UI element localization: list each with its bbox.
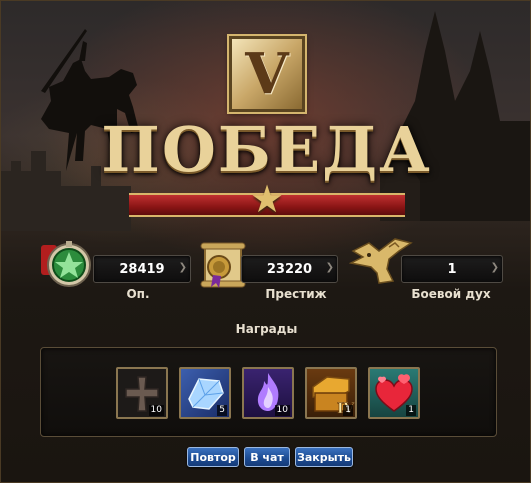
points-value-box: 28419 ❯ xyxy=(93,255,191,283)
prestige-value: 23220 xyxy=(266,261,313,277)
reward-item-gold-chest[interactable]: IV 1 xyxy=(305,367,357,419)
emblem-letter: V xyxy=(245,41,289,107)
close-button[interactable]: Закрыть xyxy=(295,447,353,467)
morale-label: Боевой дух xyxy=(411,287,491,301)
reward-item-purple-flame[interactable]: 10 xyxy=(242,367,294,419)
chevron-right-icon: ❯ xyxy=(178,262,187,273)
reward-count: 5 xyxy=(217,405,227,416)
reward-count: 1 xyxy=(406,405,416,416)
points-label: Оп. xyxy=(126,287,150,301)
pentagram-medal-icon xyxy=(41,241,91,287)
victory-emblem: V xyxy=(229,36,305,112)
rewards-heading: Награды xyxy=(235,322,298,336)
reward-item-iron-cross[interactable]: 10 xyxy=(116,367,168,419)
prestige-value-box: 23220 ❯ xyxy=(241,255,338,283)
morale-value-box: 1 ❯ xyxy=(401,255,503,283)
prestige-label: Престиж xyxy=(265,287,327,301)
morale-value: 1 xyxy=(447,261,457,277)
points-value: 28419 xyxy=(119,261,165,277)
victory-window: V ПОБЕДА ★ 28419 ❯ Оп. 23220 ❯ Престиж 1… xyxy=(0,0,531,483)
reward-count: 10 xyxy=(274,405,290,416)
chevron-right-icon: ❯ xyxy=(490,262,499,273)
page-title: ПОБЕДА xyxy=(101,113,432,186)
reward-count: 1 xyxy=(343,405,353,416)
reward-count: 10 xyxy=(148,405,164,416)
star-icon: ★ xyxy=(249,177,285,221)
repeat-button[interactable]: Повтор xyxy=(187,447,239,467)
reward-item-blue-crystal[interactable]: 5 xyxy=(179,367,231,419)
chevron-right-icon: ❯ xyxy=(325,262,334,273)
reward-item-hearts[interactable]: 1 xyxy=(368,367,420,419)
to-chat-button[interactable]: В чат xyxy=(244,447,290,467)
